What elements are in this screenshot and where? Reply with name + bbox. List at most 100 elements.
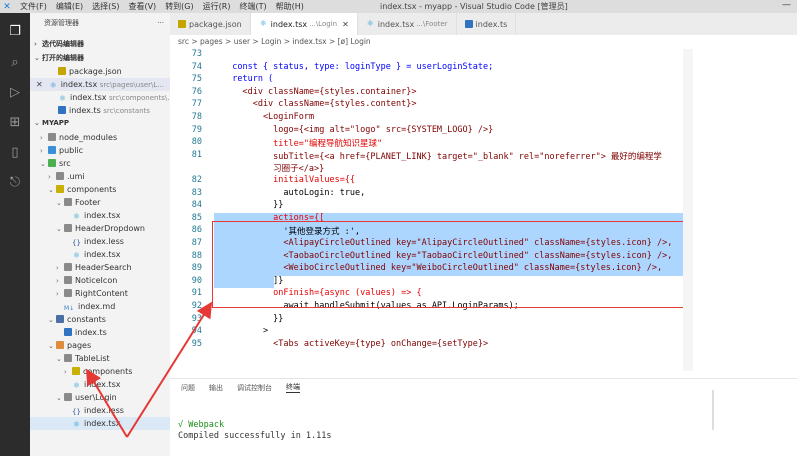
code-editor[interactable]: 73 74 75 76 77 78 79 80 81 82 83 84 85 86 87 88 89 90 91 92…: [170, 49, 797, 371]
folder-icon: [48, 146, 56, 154]
terminal-line: Compiled successfully in 1.11s: [178, 431, 332, 441]
tree-item-label: RightContent: [75, 289, 128, 298]
react-file-icon: ⚛: [259, 19, 267, 28]
tree-item-label: .umi: [67, 172, 85, 181]
title-bar: ✕ 文件(F) 编辑(E) 选择(S) 查看(V) 转到(G) 运行(R) 终端…: [0, 0, 797, 13]
open-editor-name: index.tsx: [60, 80, 98, 89]
folder-icon: [64, 289, 72, 297]
open-editor-name: index.tsx: [70, 93, 107, 102]
tree-item-file[interactable]: index.ts: [30, 326, 170, 339]
tab-package-json[interactable]: package.json: [170, 13, 251, 35]
tree-item-components-sub[interactable]: › components: [30, 365, 170, 378]
tab-sub: ...\Login: [309, 20, 338, 28]
line-number: 76: [191, 86, 202, 97]
tree-item-node-modules[interactable]: › node_modules: [30, 131, 170, 144]
tab-index-ts[interactable]: index.ts: [457, 13, 517, 35]
breadcrumb[interactable]: src > pages > user > Login > index.tsx >…: [170, 35, 797, 49]
tree-item-label: pages: [67, 341, 92, 350]
tree-item-rightcontent[interactable]: › RightContent: [30, 287, 170, 300]
line-number: 92: [191, 301, 202, 311]
tree-item-headerdropdown[interactable]: ⌄ HeaderDropdown: [30, 222, 170, 235]
tree-item-tablelist[interactable]: ⌄ TableList: [30, 352, 170, 365]
tree-item-label: components: [83, 367, 133, 376]
more-actions-icon[interactable]: ···: [157, 19, 164, 27]
tree-item-label: NoticeIcon: [75, 276, 118, 285]
tab-index-login[interactable]: ⚛ index.tsx ...\Login ✕: [250, 13, 358, 35]
tree-item-pages[interactable]: ⌄ pages: [30, 339, 170, 352]
code-line: <div className={styles.content}>: [222, 99, 417, 110]
menu-view[interactable]: 查看(V): [128, 1, 156, 12]
react-file-icon: ⚛: [72, 420, 81, 429]
open-editor-item[interactable]: ⚛ index.tsx src\components\...: [30, 91, 170, 104]
tree-item-noticeicon[interactable]: › NoticeIcon: [30, 274, 170, 287]
menu-go[interactable]: 转到(G): [165, 1, 193, 12]
tree-item-footer[interactable]: ⌄ Footer: [30, 196, 170, 209]
less-file-icon: {}: [72, 239, 81, 247]
panel-scrollbar[interactable]: [712, 390, 714, 430]
section-open-editors[interactable]: ⌄ 打开的编辑器: [30, 52, 170, 65]
line-number: 90: [191, 275, 202, 286]
line-number: 88: [191, 250, 202, 261]
tree-item-file[interactable]: ⚛ index.tsx: [30, 378, 170, 391]
line-number: 82: [191, 175, 202, 185]
code-line: 习圈子</a>}: [222, 164, 325, 175]
menu-file[interactable]: 文件(F): [20, 1, 47, 12]
tree-item-umi[interactable]: › .umi: [30, 170, 170, 183]
terminal-output[interactable]: √ Webpack Compiled successfully in 1.11s: [178, 420, 332, 442]
line-number: 73: [191, 49, 202, 59]
section-group[interactable]: › 选代码编辑器: [30, 38, 170, 51]
tree-item-file[interactable]: ⚛ index.tsx: [30, 209, 170, 222]
remote-icon[interactable]: ⎋: [7, 175, 23, 191]
open-editor-item[interactable]: package.json: [30, 65, 170, 78]
tree-item-file[interactable]: {} index.less: [30, 235, 170, 248]
open-editor-name: package.json: [69, 67, 122, 76]
tab-problems[interactable]: 问题: [181, 383, 195, 393]
line-number: 85: [191, 212, 202, 223]
tree-item-label: HeaderSearch: [75, 263, 132, 272]
tree-item-public[interactable]: › public: [30, 144, 170, 157]
vscode-logo-icon: ✕: [3, 1, 11, 12]
tree-item-file[interactable]: {} index.less: [30, 404, 170, 417]
menu-run[interactable]: 运行(R): [203, 1, 231, 12]
run-debug-icon[interactable]: ▷: [7, 85, 23, 101]
menu-selection[interactable]: 选择(S): [92, 1, 119, 12]
bookmark-icon[interactable]: ▯: [7, 145, 23, 161]
tree-item-label: node_modules: [59, 133, 118, 142]
explorer-title: 资源管理器: [44, 19, 79, 27]
tree-item-headersearch[interactable]: › HeaderSearch: [30, 261, 170, 274]
code-line: }}: [222, 313, 284, 324]
markdown-file-icon: M↓: [64, 305, 75, 312]
section-project[interactable]: ⌄ MYAPP: [30, 117, 170, 130]
open-editor-item[interactable]: ✕ ⚛ index.tsx src\pages\user\L...: [30, 78, 170, 91]
explorer-icon[interactable]: ❐: [7, 24, 23, 40]
search-icon[interactable]: ⌕: [7, 55, 23, 71]
open-editor-item[interactable]: index.ts src\constants: [30, 104, 170, 117]
line-number: 84: [191, 200, 202, 211]
folder-icon: [64, 276, 72, 284]
tab-output[interactable]: 输出: [209, 383, 223, 393]
tree-item-constants[interactable]: ⌄ constants: [30, 313, 170, 326]
extensions-icon[interactable]: ⊞: [7, 115, 23, 131]
tree-item-file-selected[interactable]: ⚛ index.tsx: [30, 417, 170, 430]
folder-icon: [56, 315, 64, 323]
tree-item-file[interactable]: M↓ index.md: [30, 300, 170, 313]
menu-terminal[interactable]: 终端(T): [239, 1, 266, 12]
tree-item-file[interactable]: ⚛ index.tsx: [30, 248, 170, 261]
close-icon[interactable]: ✕: [36, 80, 43, 89]
tab-index-footer[interactable]: ⚛ index.tsx ...\Footer: [358, 13, 457, 35]
minimize-button[interactable]: —: [782, 0, 791, 10]
tab-debug-console[interactable]: 调试控制台: [237, 383, 272, 393]
explorer-sidebar: 资源管理器 ··· › 选代码编辑器 ⌄ 打开的编辑器 package.json ✕…: [30, 13, 170, 456]
menu-edit[interactable]: 编辑(E): [56, 1, 83, 12]
tree-item-src[interactable]: ⌄ src: [30, 157, 170, 170]
editor-scrollbar[interactable]: [683, 49, 693, 371]
tab-terminal[interactable]: 终端: [286, 382, 300, 393]
close-tab-icon[interactable]: ✕: [342, 20, 349, 29]
tree-item-components[interactable]: ⌄ components: [30, 183, 170, 196]
tree-item-label: public: [59, 146, 84, 155]
tree-item-label: TableList: [75, 354, 110, 363]
line-number: 87: [191, 238, 202, 248]
react-file-icon: ⚛: [58, 94, 67, 103]
tree-item-user-login[interactable]: ⌄ user\Login: [30, 391, 170, 404]
menu-help[interactable]: 帮助(H): [276, 1, 304, 12]
